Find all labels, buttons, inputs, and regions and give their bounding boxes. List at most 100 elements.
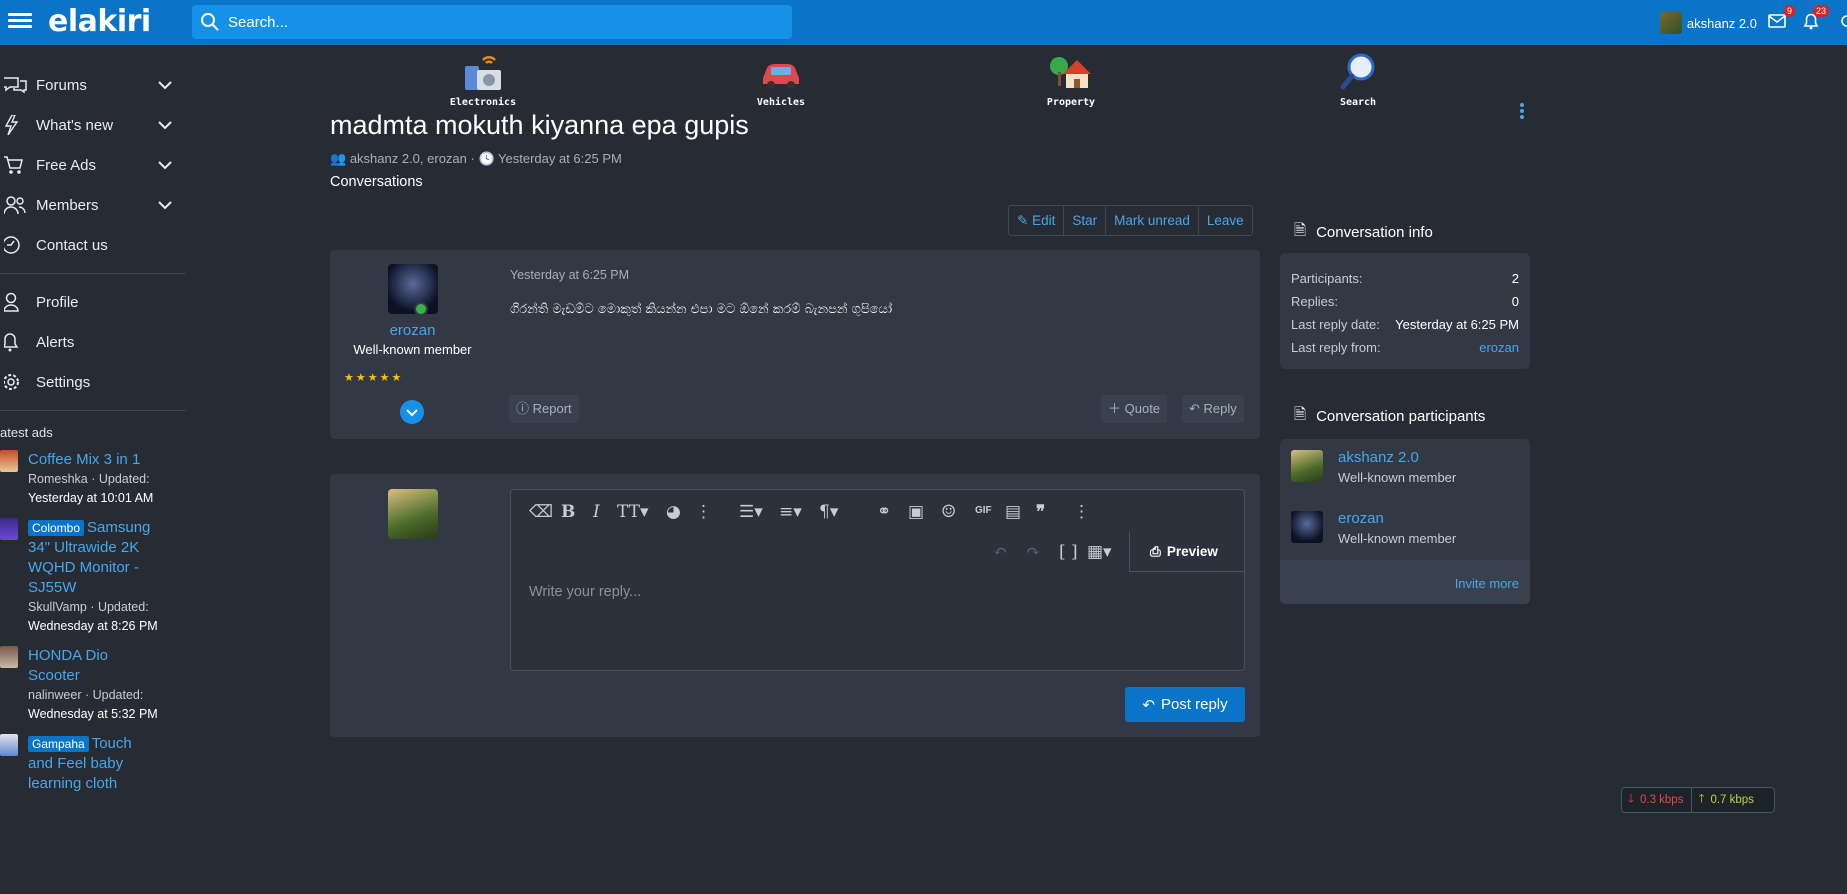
sidebar-item-members[interactable]: Members	[0, 185, 186, 225]
category-vehicles[interactable]: Vehicles	[736, 52, 826, 108]
sidebar-item-label: What's new	[36, 116, 114, 134]
settings-icon[interactable]	[1838, 12, 1847, 32]
ad-author[interactable]: nalinweer	[28, 688, 82, 702]
category-search[interactable]: Search	[1313, 52, 1403, 108]
quote-icon[interactable]: ❞	[1036, 502, 1045, 522]
bold-icon[interactable]: B	[561, 502, 575, 522]
info-row: Last reply date: Yesterday at 6:25 PM	[1280, 313, 1530, 336]
eraser-icon[interactable]: ⌫	[529, 502, 553, 522]
star-button[interactable]: Star	[1064, 206, 1107, 235]
ad-updated: Wednesday at 8:26 PM	[28, 619, 158, 633]
breadcrumb[interactable]: Conversations	[330, 174, 749, 190]
ad-thumbnail[interactable]	[0, 450, 18, 472]
participant-name[interactable]: erozan	[1338, 510, 1384, 527]
ad-thumbnail[interactable]	[0, 646, 18, 668]
list-icon[interactable]: ☰▾	[739, 502, 763, 522]
inbox-icon[interactable]: 9	[1767, 5, 1795, 32]
ad-item[interactable]: HONDA Dio Scooter nalinweer · Updated: W…	[0, 646, 186, 724]
chevron-down-icon[interactable]	[158, 200, 172, 210]
sidebar-item-label: Settings	[36, 373, 91, 391]
ad-item[interactable]: Coffee Mix 3 in 1 Romeshka · Updated: Ye…	[0, 450, 186, 508]
ad-thumbnail[interactable]	[0, 518, 18, 540]
network-speed-widget: 🡓 0.3 kbps 🡑 0.7 kbps	[1621, 787, 1775, 813]
text-size-icon[interactable]: TT▾	[617, 502, 649, 522]
sidebar-item-alerts[interactable]: Alerts	[0, 322, 186, 362]
search-input[interactable]: Search...	[192, 5, 792, 39]
ad-author[interactable]: SkullVamp	[28, 600, 87, 614]
reply-button[interactable]: ↶ Reply	[1182, 395, 1244, 423]
mark-unread-button[interactable]: Mark unread	[1106, 206, 1199, 235]
leave-button[interactable]: Leave	[1199, 206, 1252, 235]
undo-icon[interactable]: ↶	[993, 542, 1007, 562]
category-electronics[interactable]: Electronics	[438, 52, 528, 108]
preview-icon: ⎙	[1150, 543, 1161, 559]
invite-more-link[interactable]: Invite more	[1455, 576, 1519, 591]
sidebar-item-label: Contact us	[36, 236, 108, 254]
ad-thumbnail[interactable]	[0, 734, 18, 756]
italic-icon[interactable]: I	[593, 502, 600, 522]
avatar[interactable]	[1291, 511, 1323, 543]
paragraph-icon[interactable]: ¶▾	[819, 502, 838, 522]
ad-item[interactable]: Gampaha Touch and Feel baby learning clot…	[0, 734, 186, 794]
gif-icon[interactable]: GIF	[975, 505, 992, 516]
smilie-icon[interactable]: ☺	[941, 502, 956, 522]
site-logo[interactable]: elakiri	[48, 4, 151, 39]
report-button[interactable]: ⓘ Report	[509, 395, 579, 423]
heading-label: Conversation info	[1316, 224, 1433, 241]
last-reply-user-link[interactable]: erozan	[1479, 336, 1519, 359]
download-arrow-icon: 🡓	[1628, 792, 1634, 805]
user-menu[interactable]: akshanz 2.0	[1659, 12, 1757, 34]
post-reply-label: Post reply	[1160, 696, 1228, 713]
image-icon[interactable]: ▣	[908, 502, 924, 522]
participants-line[interactable]: akshanz 2.0, erozan	[350, 151, 467, 166]
redo-icon[interactable]: ↷	[1026, 542, 1040, 562]
conversation-info-heading: 🗎 Conversation info	[1294, 220, 1433, 245]
avatar[interactable]	[388, 489, 438, 539]
more-options-icon[interactable]	[1518, 102, 1526, 120]
sidebar-item-settings[interactable]: Settings	[0, 362, 186, 402]
preview-button[interactable]: ⎙ Preview	[1129, 532, 1245, 572]
message-author[interactable]: erozan	[330, 322, 495, 339]
menu-icon[interactable]	[8, 10, 32, 34]
document-icon: 🗎	[1294, 406, 1307, 423]
chevron-down-icon[interactable]	[158, 160, 172, 170]
ad-location-tag[interactable]: Colombo	[28, 520, 85, 536]
drafts-icon[interactable]: ▦▾	[1087, 542, 1112, 562]
ad-item[interactable]: Colombo Samsung 34" Ultrawide 2K WQHD Mon…	[0, 518, 186, 636]
more-vertical-icon[interactable]: ⋮	[695, 502, 712, 522]
reply-editor[interactable]: ⌫ B I TT▾ ◕ ⋮ ☰▾ ≡▾ ¶▾ ⚭ ▣ ☺ GIF ▤ ❞ ⋮ ↶…	[510, 489, 1245, 671]
heading-label: Conversation participants	[1316, 408, 1486, 425]
category-property[interactable]: Property	[1026, 52, 1116, 108]
participant-role: Well-known member	[1338, 470, 1457, 485]
avatar[interactable]	[1291, 450, 1323, 482]
sidebar-item-contact-us[interactable]: Contact us	[0, 225, 186, 265]
post-reply-button[interactable]: ↶ Post reply	[1125, 687, 1245, 722]
sidebar-item-free-ads[interactable]: Free Ads	[0, 145, 186, 185]
info-label: Replies:	[1291, 294, 1338, 309]
message-time[interactable]: Yesterday at 6:25 PM	[510, 268, 629, 282]
bell-icon[interactable]: 23	[1801, 5, 1829, 32]
edit-button[interactable]: ✎ Edit	[1009, 206, 1065, 235]
link-icon[interactable]: ⚭	[877, 502, 891, 522]
chevron-down-icon[interactable]	[158, 120, 172, 130]
ad-title[interactable]: Coffee Mix 3 in 1	[28, 450, 158, 470]
fullscreen-icon[interactable]: [ ]	[1059, 542, 1078, 562]
ad-author[interactable]: Romeshka	[28, 472, 88, 486]
page-title: madmta mokuth kiyanna epa gupis	[330, 110, 749, 140]
media-icon[interactable]: ▤	[1005, 502, 1021, 522]
edit-label: Edit	[1032, 213, 1056, 228]
participant-name[interactable]: akshanz 2.0	[1338, 449, 1419, 466]
sidebar-item-profile[interactable]: Profile	[0, 282, 186, 322]
ad-title[interactable]: HONDA Dio Scooter	[28, 646, 158, 686]
ad-location-tag[interactable]: Gampaha	[28, 736, 89, 752]
quote-button[interactable]: ＋ Quote	[1101, 395, 1168, 423]
avatar[interactable]	[388, 264, 438, 314]
expand-button[interactable]	[400, 400, 424, 424]
clock-icon: 🕓	[478, 151, 495, 166]
category-label: Search	[1339, 97, 1377, 108]
palette-icon[interactable]: ◕	[666, 502, 681, 522]
align-icon[interactable]: ≡▾	[779, 502, 802, 522]
search-icon	[201, 13, 219, 31]
sidebar-item-whats-new[interactable]: What's new	[0, 105, 186, 145]
more-vertical-icon[interactable]: ⋮	[1073, 502, 1090, 522]
